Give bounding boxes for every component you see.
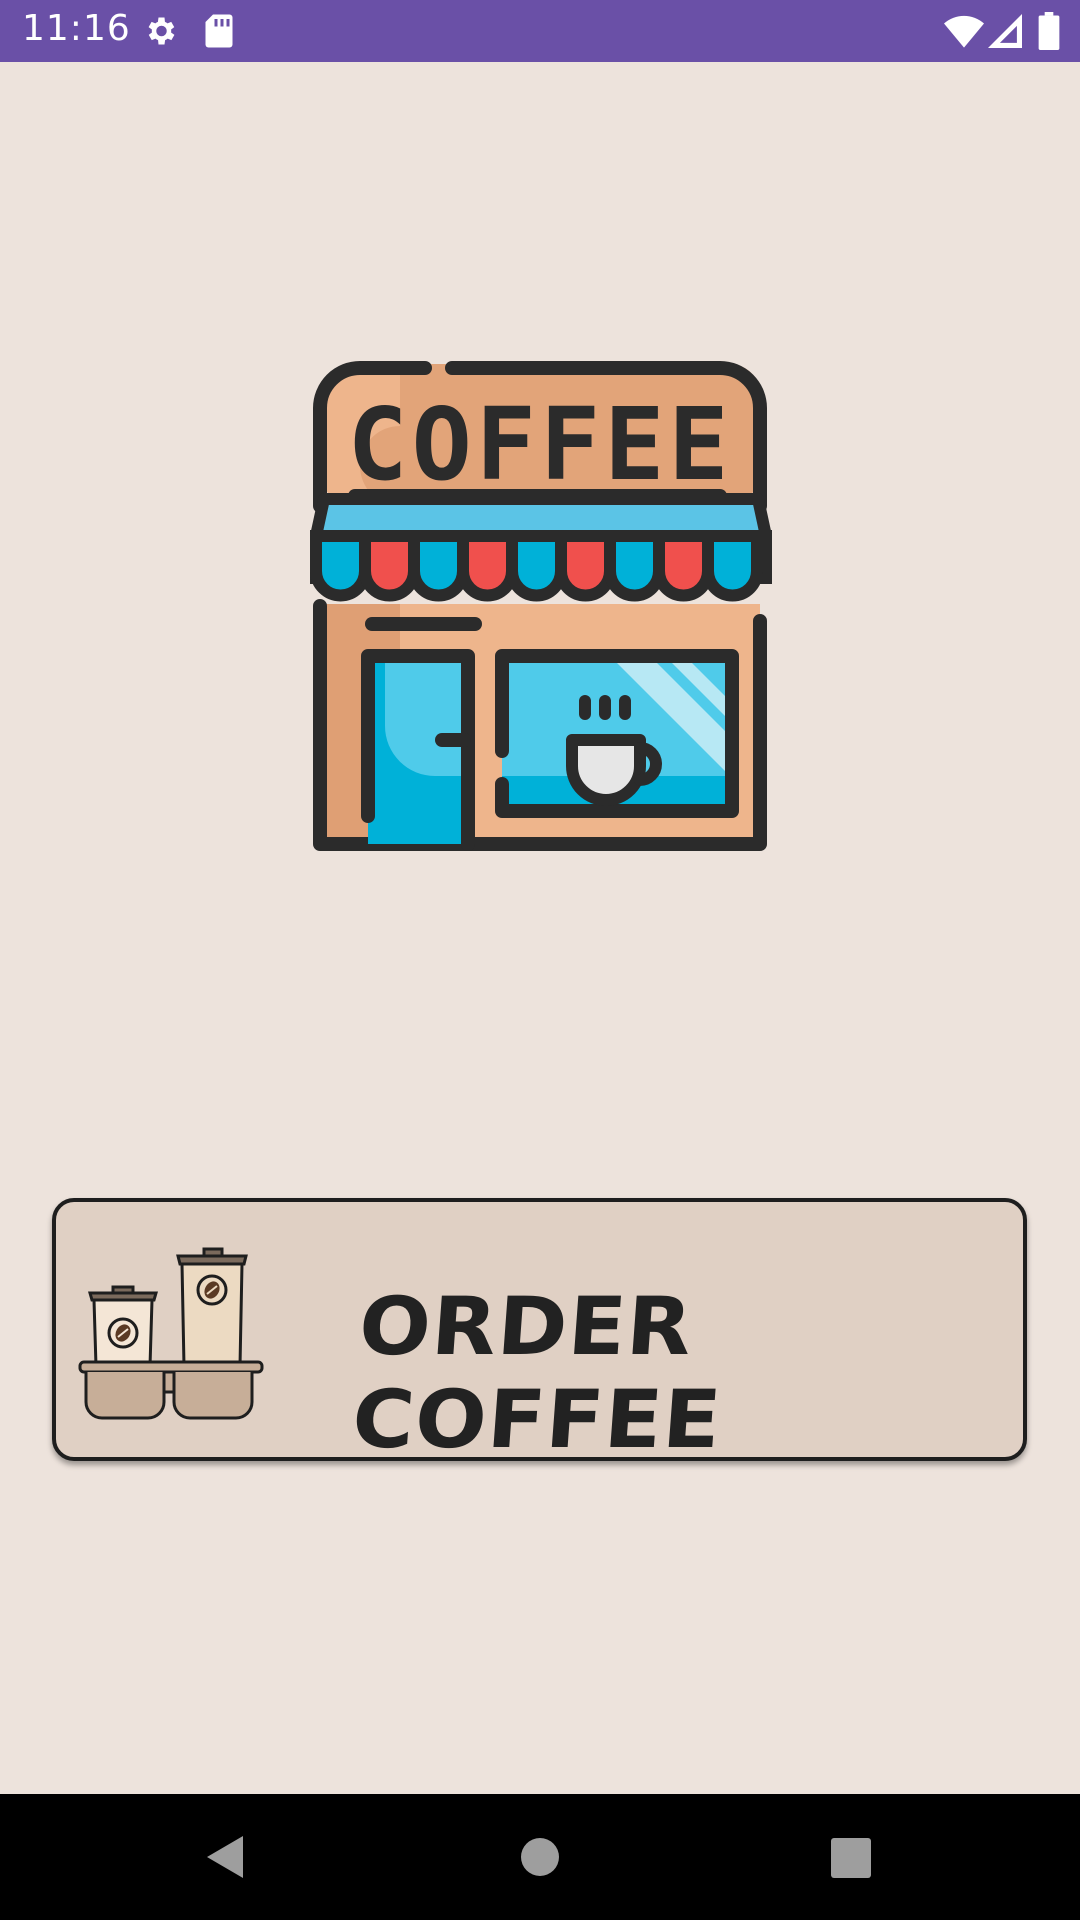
- home-icon[interactable]: [520, 1837, 560, 1877]
- order-coffee-label: ORDER COFFEE: [349, 1280, 725, 1466]
- coffee-shop-icon: COFFEE: [310, 361, 772, 851]
- sign-text: COFFEE: [347, 386, 732, 503]
- status-time: 11:16: [22, 8, 131, 49]
- order-coffee-button[interactable]: ORDER COFFEE: [52, 1198, 1027, 1466]
- navigation-bar: [0, 1794, 1080, 1920]
- coffee-cups-carrier-icon: [78, 1247, 264, 1420]
- battery-icon: [1038, 12, 1060, 50]
- recents-icon[interactable]: [831, 1838, 871, 1878]
- wifi-icon: [944, 15, 984, 48]
- back-icon[interactable]: [205, 1834, 245, 1880]
- status-bar: 11:16: [0, 0, 1080, 62]
- settings-gear-icon: [148, 17, 175, 45]
- sd-card-icon: [205, 14, 233, 48]
- app-body: [0, 62, 1080, 1794]
- signal-icon: [988, 14, 1022, 48]
